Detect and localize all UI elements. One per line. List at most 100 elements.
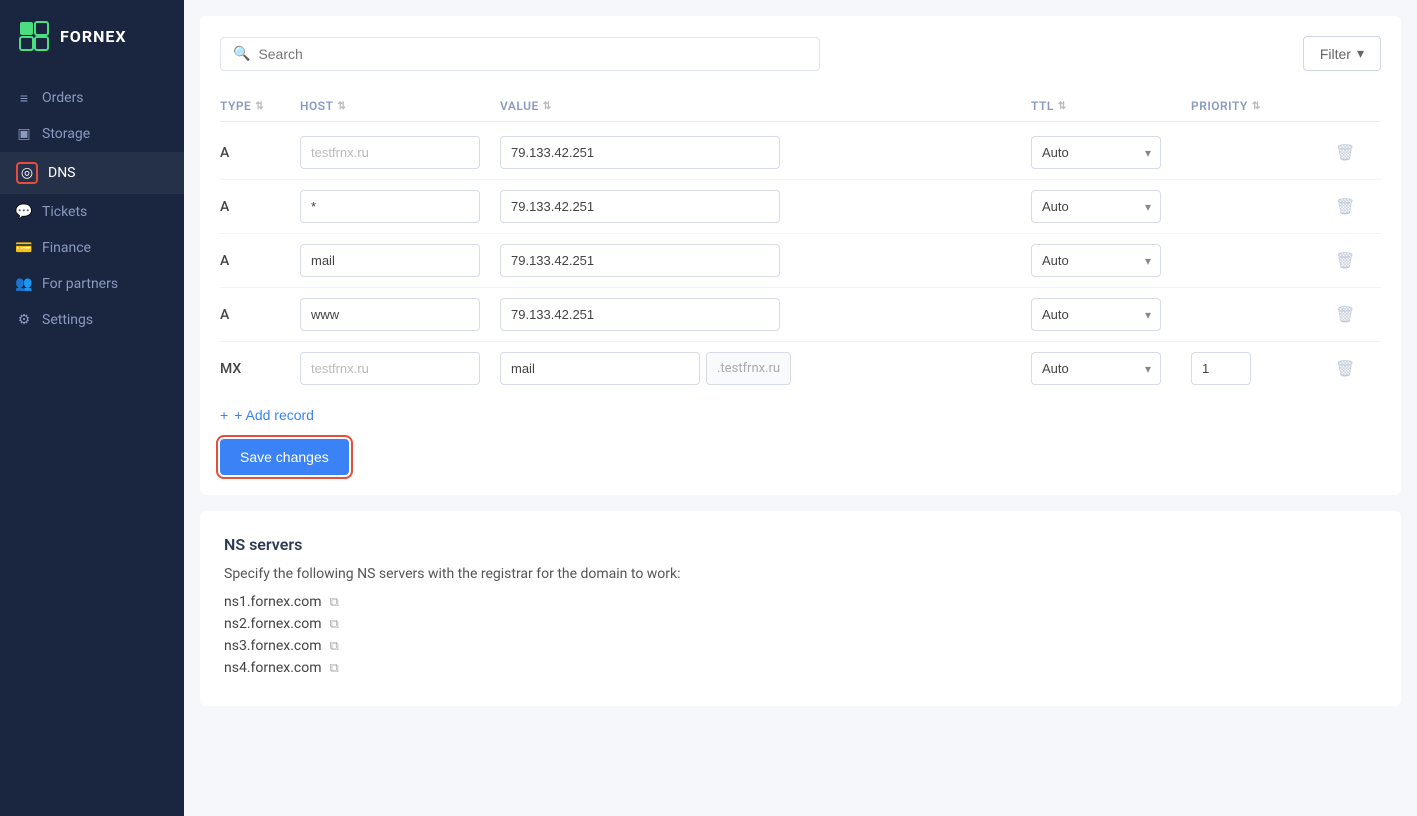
add-record-button[interactable]: + + Add record	[220, 395, 314, 431]
delete-cell[interactable]: 🗑	[1331, 139, 1381, 167]
filter-label: Filter	[1320, 46, 1351, 62]
value-input[interactable]	[500, 352, 700, 385]
ns-servers-section: NS servers Specify the following NS serv…	[200, 511, 1401, 706]
delete-button[interactable]: 🗑	[1331, 355, 1359, 383]
dns-icon-wrap: ◎	[16, 162, 38, 184]
search-icon: 🔍	[233, 46, 250, 62]
storage-icon: ▣	[16, 126, 32, 142]
save-changes-button[interactable]: Save changes	[220, 439, 349, 475]
chevron-down-icon: ▾	[1357, 45, 1364, 62]
ttl-cell[interactable]: Auto30060018003600	[1031, 244, 1191, 277]
delete-cell[interactable]: 🗑	[1331, 301, 1381, 329]
delete-button[interactable]: 🗑	[1331, 193, 1359, 221]
sidebar-item-orders[interactable]: ≡ Orders	[0, 80, 184, 116]
sidebar-item-dns[interactable]: ◎ DNS	[0, 152, 184, 194]
delete-cell[interactable]: 🗑	[1331, 247, 1381, 275]
priority-input[interactable]	[1191, 352, 1251, 385]
sort-icon-ttl: ⇅	[1058, 101, 1067, 112]
ttl-cell[interactable]: Auto30060018003600	[1031, 136, 1191, 169]
value-cell	[500, 244, 1031, 277]
value-cell: .testfrnx.ru	[500, 352, 1031, 385]
value-cell	[500, 136, 1031, 169]
logo-icon	[16, 18, 52, 54]
sidebar-item-for-partners[interactable]: 👥 For partners	[0, 266, 184, 302]
filter-button[interactable]: Filter ▾	[1303, 36, 1381, 71]
host-cell[interactable]	[300, 136, 500, 169]
sort-icon-priority: ⇅	[1252, 101, 1261, 112]
ns-servers-desc: Specify the following NS servers with th…	[224, 566, 1377, 582]
sidebar: FORNEX ≡ Orders ▣ Storage ◎ DNS 💬 Ticket…	[0, 0, 184, 816]
ttl-select[interactable]: Auto30060018003600	[1031, 136, 1161, 169]
record-type: A	[220, 199, 300, 215]
copy-icon[interactable]: ⧉	[330, 595, 339, 610]
delete-cell[interactable]: 🗑	[1331, 355, 1381, 383]
finance-icon: 💳	[16, 240, 32, 256]
value-input[interactable]	[500, 136, 780, 169]
ns-server-name: ns4.fornex.com	[224, 660, 322, 676]
search-box[interactable]: 🔍	[220, 37, 820, 71]
host-input[interactable]	[300, 136, 480, 169]
host-cell[interactable]	[300, 352, 500, 385]
ttl-select[interactable]: Auto30060018003600	[1031, 190, 1161, 223]
ttl-select[interactable]: Auto30060018003600	[1031, 298, 1161, 331]
sidebar-item-label: Storage	[42, 126, 90, 142]
host-input[interactable]	[300, 190, 480, 223]
col-priority: PRIORITY ⇅	[1191, 99, 1331, 113]
value-input[interactable]	[500, 190, 780, 223]
partners-icon: 👥	[16, 276, 32, 292]
host-cell[interactable]	[300, 298, 500, 331]
value-input[interactable]	[500, 244, 780, 277]
copy-icon[interactable]: ⧉	[330, 661, 339, 676]
ttl-cell[interactable]: Auto30060018003600	[1031, 352, 1191, 385]
plus-icon: +	[220, 407, 228, 423]
table-row: A Auto30060018003600	[220, 234, 1381, 288]
host-input[interactable]	[300, 244, 480, 277]
ns-server-item: ns2.fornex.com ⧉	[224, 616, 1377, 632]
delete-button[interactable]: 🗑	[1331, 301, 1359, 329]
sidebar-item-finance[interactable]: 💳 Finance	[0, 230, 184, 266]
dns-icon: ◎	[19, 165, 35, 181]
sort-icon-type: ⇅	[255, 101, 264, 112]
ns-server-name: ns2.fornex.com	[224, 616, 322, 632]
main-content: 🔍 Filter ▾ TYPE ⇅ HOST	[184, 0, 1417, 816]
search-filter-row: 🔍 Filter ▾	[220, 36, 1381, 71]
ttl-cell[interactable]: Auto30060018003600	[1031, 298, 1191, 331]
priority-cell[interactable]	[1191, 352, 1331, 385]
col-value: VALUE ⇅	[500, 99, 1031, 113]
value-input[interactable]	[500, 298, 780, 331]
sidebar-item-label: For partners	[42, 276, 118, 292]
logo: FORNEX	[0, 0, 184, 72]
sidebar-item-label: Finance	[42, 240, 91, 256]
host-input[interactable]	[300, 352, 480, 385]
sidebar-item-tickets[interactable]: 💬 Tickets	[0, 194, 184, 230]
ttl-select[interactable]: Auto30060018003600	[1031, 352, 1161, 385]
ns-servers-title: NS servers	[224, 535, 1377, 554]
delete-cell[interactable]: 🗑	[1331, 193, 1381, 221]
col-type: TYPE ⇅	[220, 99, 300, 113]
value-suffix: .testfrnx.ru	[706, 352, 791, 385]
record-type: MX	[220, 361, 300, 377]
ttl-select[interactable]: Auto30060018003600	[1031, 244, 1161, 277]
dns-records-section: 🔍 Filter ▾ TYPE ⇅ HOST	[200, 16, 1401, 495]
sidebar-item-label: Orders	[42, 90, 84, 106]
copy-icon[interactable]: ⧉	[330, 617, 339, 632]
sidebar-item-settings[interactable]: ⚙ Settings	[0, 302, 184, 338]
host-cell[interactable]	[300, 190, 500, 223]
ttl-cell[interactable]: Auto30060018003600	[1031, 190, 1191, 223]
delete-button[interactable]: 🗑	[1331, 247, 1359, 275]
table-row: A Auto30060018003600	[220, 288, 1381, 342]
host-cell[interactable]	[300, 244, 500, 277]
col-ttl: TTL ⇅	[1031, 99, 1191, 113]
value-cell	[500, 190, 1031, 223]
host-input[interactable]	[300, 298, 480, 331]
sidebar-item-storage[interactable]: ▣ Storage	[0, 116, 184, 152]
delete-button[interactable]: 🗑	[1331, 139, 1359, 167]
ns-server-item: ns3.fornex.com ⧉	[224, 638, 1377, 654]
content-area: 🔍 Filter ▾ TYPE ⇅ HOST	[184, 16, 1417, 706]
search-input[interactable]	[258, 46, 807, 62]
record-type: A	[220, 253, 300, 269]
settings-icon: ⚙	[16, 312, 32, 328]
copy-icon[interactable]: ⧉	[330, 639, 339, 654]
value-cell	[500, 298, 1031, 331]
ns-server-name: ns3.fornex.com	[224, 638, 322, 654]
